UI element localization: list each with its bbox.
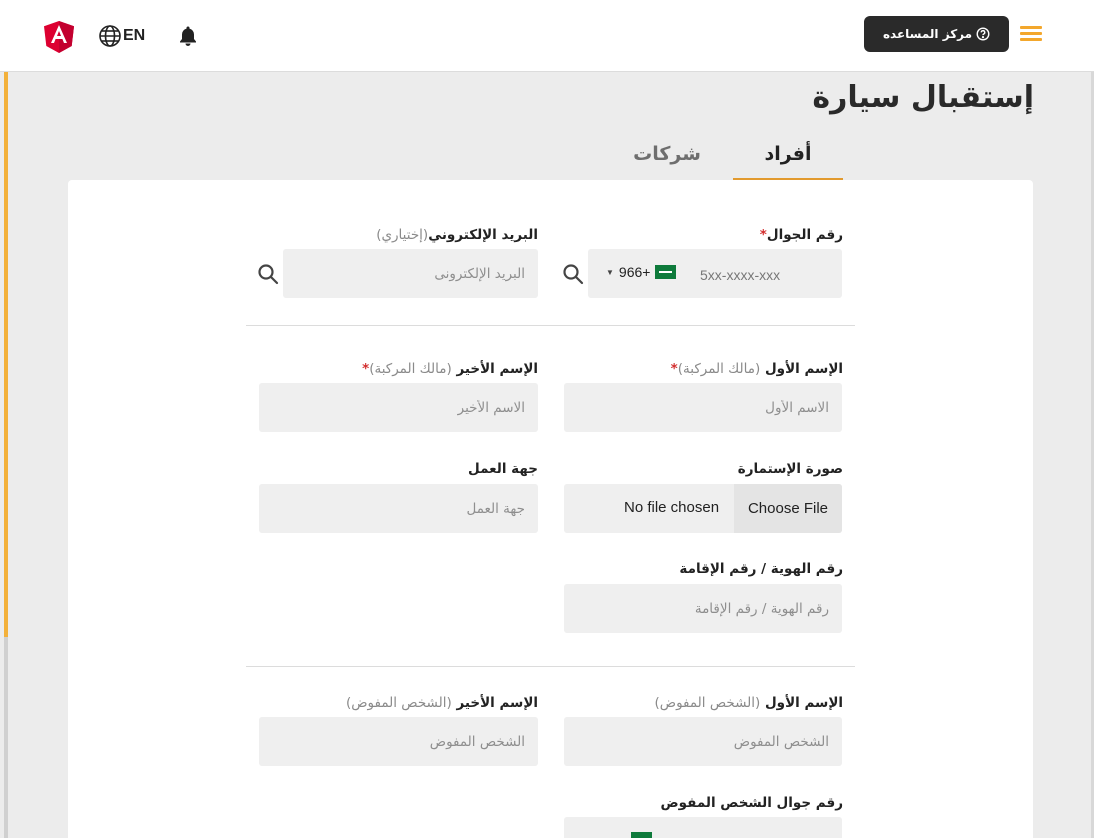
section-divider [246, 325, 855, 326]
search-icon[interactable] [257, 263, 279, 285]
email-label: البريد الإلكتروني(إختياري) [376, 227, 538, 243]
owner-first-name-field[interactable] [564, 383, 842, 432]
file-status: No file chosen [624, 499, 720, 516]
page-title: إستقبال سيارة [812, 80, 1034, 115]
delegate-last-name-label: الإسم الأخير (الشخص المفوض) [345, 695, 538, 711]
chevron-down-icon: ▼ [606, 267, 614, 277]
delegate-first-name-input[interactable] [564, 717, 842, 766]
country-code-value: 966+ [618, 264, 651, 280]
delegate-mobile-label: رقم جوال الشخص المفوض [660, 795, 843, 811]
id-number-field[interactable] [564, 584, 842, 633]
search-icon[interactable] [562, 263, 584, 285]
left-accent-rail [4, 72, 8, 637]
help-center-button[interactable]: مركز المساعده [864, 16, 1009, 52]
tab-individuals[interactable]: أفراد [733, 143, 843, 181]
help-center-label: مركز المساعده [882, 27, 973, 41]
angular-logo-icon[interactable] [44, 21, 74, 53]
globe-icon [99, 25, 121, 47]
registration-image-field[interactable]: Choose File No file chosen [564, 484, 842, 533]
owner-first-name-label: الإسم الأول (مالك المركبة)* [670, 361, 843, 377]
delegate-first-name-label: الإسم الأول (الشخص المفوض) [654, 695, 843, 711]
hamburger-menu-icon[interactable] [1020, 26, 1042, 44]
registration-image-label: صورة الإستمارة [737, 461, 843, 477]
email-input[interactable] [283, 249, 538, 298]
tab-companies[interactable]: شركات [612, 143, 722, 181]
question-circle-icon [976, 27, 990, 41]
section-divider [246, 666, 855, 667]
id-number-input[interactable] [564, 584, 842, 633]
left-rail-track [4, 637, 8, 838]
email-field[interactable] [283, 249, 538, 298]
country-code-select[interactable]: ▼ 966+ [606, 264, 677, 280]
owner-last-name-field[interactable] [259, 383, 538, 432]
employer-field[interactable] [259, 484, 538, 533]
top-bar: EN مركز المساعده [0, 0, 1094, 72]
mobile-input[interactable] [700, 264, 830, 286]
language-label: EN [123, 27, 146, 44]
choose-file-button[interactable]: Choose File [734, 484, 842, 533]
delegate-first-name-field[interactable] [564, 717, 842, 766]
id-number-label: رقم الهوية / رقم الإقامة [679, 561, 843, 577]
language-switch[interactable]: EN [98, 24, 145, 48]
saudi-flag-icon [655, 265, 677, 279]
owner-first-name-input[interactable] [564, 383, 842, 432]
employer-input[interactable] [259, 484, 538, 533]
mobile-label: رقم الجوال* [759, 227, 843, 243]
employer-label: جهة العمل [468, 461, 538, 477]
delegate-last-name-input[interactable] [259, 717, 538, 766]
owner-last-name-input[interactable] [259, 383, 538, 432]
bell-icon[interactable] [178, 25, 198, 47]
form-card [68, 180, 1033, 838]
delegate-last-name-field[interactable] [259, 717, 538, 766]
saudi-flag-icon [631, 832, 652, 838]
owner-last-name-label: الإسم الأخير (مالك المركبة)* [362, 361, 538, 377]
delegate-mobile-field[interactable] [564, 817, 842, 838]
